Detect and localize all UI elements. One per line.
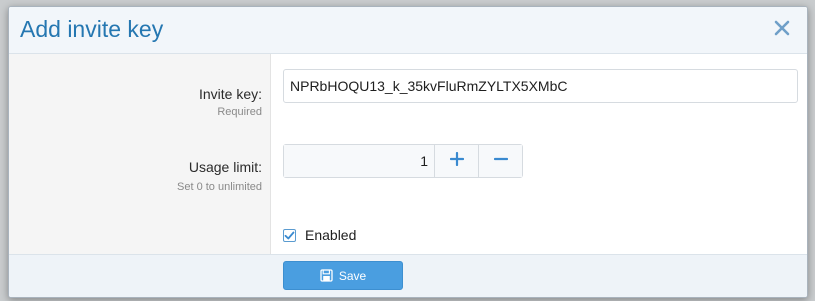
increment-button[interactable] [434, 145, 478, 177]
save-button[interactable]: Save [283, 261, 403, 290]
invite-key-label: Invite key: [198, 86, 262, 102]
close-button[interactable] [767, 15, 797, 45]
invite-key-hint: Required [217, 106, 262, 118]
usage-limit-hint: Set 0 to unlimited [177, 181, 262, 193]
dialog-body: Invite key: Required Usage limit: Set 0 … [9, 54, 807, 254]
save-icon [320, 269, 333, 282]
usage-limit-stepper [283, 144, 523, 178]
decrement-button[interactable] [478, 145, 522, 177]
close-icon [773, 19, 791, 42]
usage-limit-label: Usage limit: [188, 159, 262, 175]
usage-limit-input[interactable] [284, 145, 434, 177]
save-label: Save [338, 268, 367, 283]
dialog-footer: Save [9, 254, 807, 297]
enabled-toggle[interactable]: Enabled [283, 227, 356, 243]
enabled-label: Enabled [305, 227, 357, 243]
minus-icon [493, 152, 508, 171]
dialog-title: Add invite key [20, 16, 164, 42]
add-invite-key-dialog: Add invite key Invite key: Required Usag… [8, 6, 808, 298]
label-column: Invite key: Required Usage limit: Set 0 … [9, 54, 271, 254]
checkmark-icon [284, 231, 295, 239]
enabled-checkbox[interactable] [283, 228, 296, 242]
invite-key-input[interactable] [283, 69, 798, 103]
dialog-header: Add invite key [9, 7, 807, 54]
plus-icon [449, 151, 464, 171]
